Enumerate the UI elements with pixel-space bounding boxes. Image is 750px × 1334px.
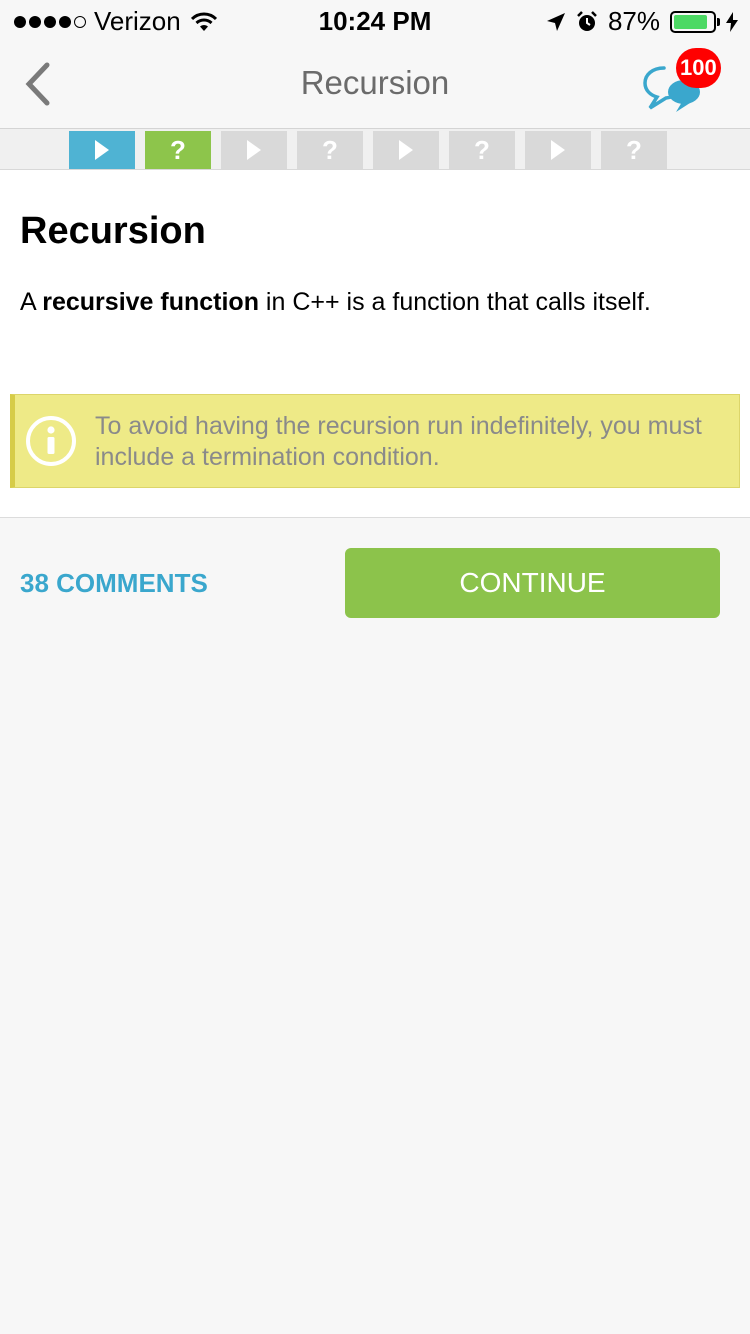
lesson-progress-strip: ???? — [0, 128, 750, 170]
note-box: To avoid having the recursion run indefi… — [10, 394, 740, 488]
chat-badge: 100 — [676, 48, 721, 88]
progress-step-5[interactable] — [373, 131, 439, 169]
play-icon — [95, 140, 109, 160]
continue-button[interactable]: CONTINUE — [345, 548, 720, 618]
lesson-term: recursive function — [42, 288, 259, 316]
progress-step-4[interactable]: ? — [297, 131, 363, 169]
lesson-title: Recursion — [20, 210, 206, 252]
progress-step-3[interactable] — [221, 131, 287, 169]
alarm-clock-icon — [577, 10, 597, 31]
progress-step-8[interactable]: ? — [601, 131, 667, 169]
progress-step-1[interactable] — [69, 131, 135, 169]
question-icon: ? — [322, 134, 338, 165]
progress-step-6[interactable]: ? — [449, 131, 515, 169]
nav-bar: Recursion 100 — [0, 40, 750, 128]
info-icon — [26, 416, 76, 466]
charging-bolt-icon — [726, 11, 738, 32]
progress-step-2[interactable]: ? — [145, 131, 211, 169]
battery-icon — [670, 10, 720, 33]
status-bar: Verizon 10:24 PM 87% — [0, 0, 750, 40]
progress-step-7[interactable] — [525, 131, 591, 169]
question-icon: ? — [474, 134, 490, 165]
note-text: To avoid having the recursion run indefi… — [95, 412, 702, 471]
play-icon — [247, 140, 261, 160]
back-button[interactable] — [8, 50, 68, 118]
battery-level — [674, 14, 708, 29]
question-icon: ? — [626, 134, 642, 165]
status-right: 87% — [546, 6, 738, 37]
lesson-card: Recursion A recursive function in C++ is… — [0, 170, 750, 518]
location-arrow-icon — [546, 12, 565, 31]
chevron-left-icon — [25, 62, 50, 106]
play-icon — [399, 140, 413, 160]
play-icon — [551, 140, 565, 160]
comments-link[interactable]: 38 COMMENTS — [20, 568, 208, 599]
discussion-button[interactable]: 100 — [638, 46, 724, 122]
lesson-text: A recursive function in C++ is a functio… — [20, 288, 651, 316]
question-icon: ? — [170, 134, 186, 165]
battery-percent: 87% — [607, 6, 660, 36]
